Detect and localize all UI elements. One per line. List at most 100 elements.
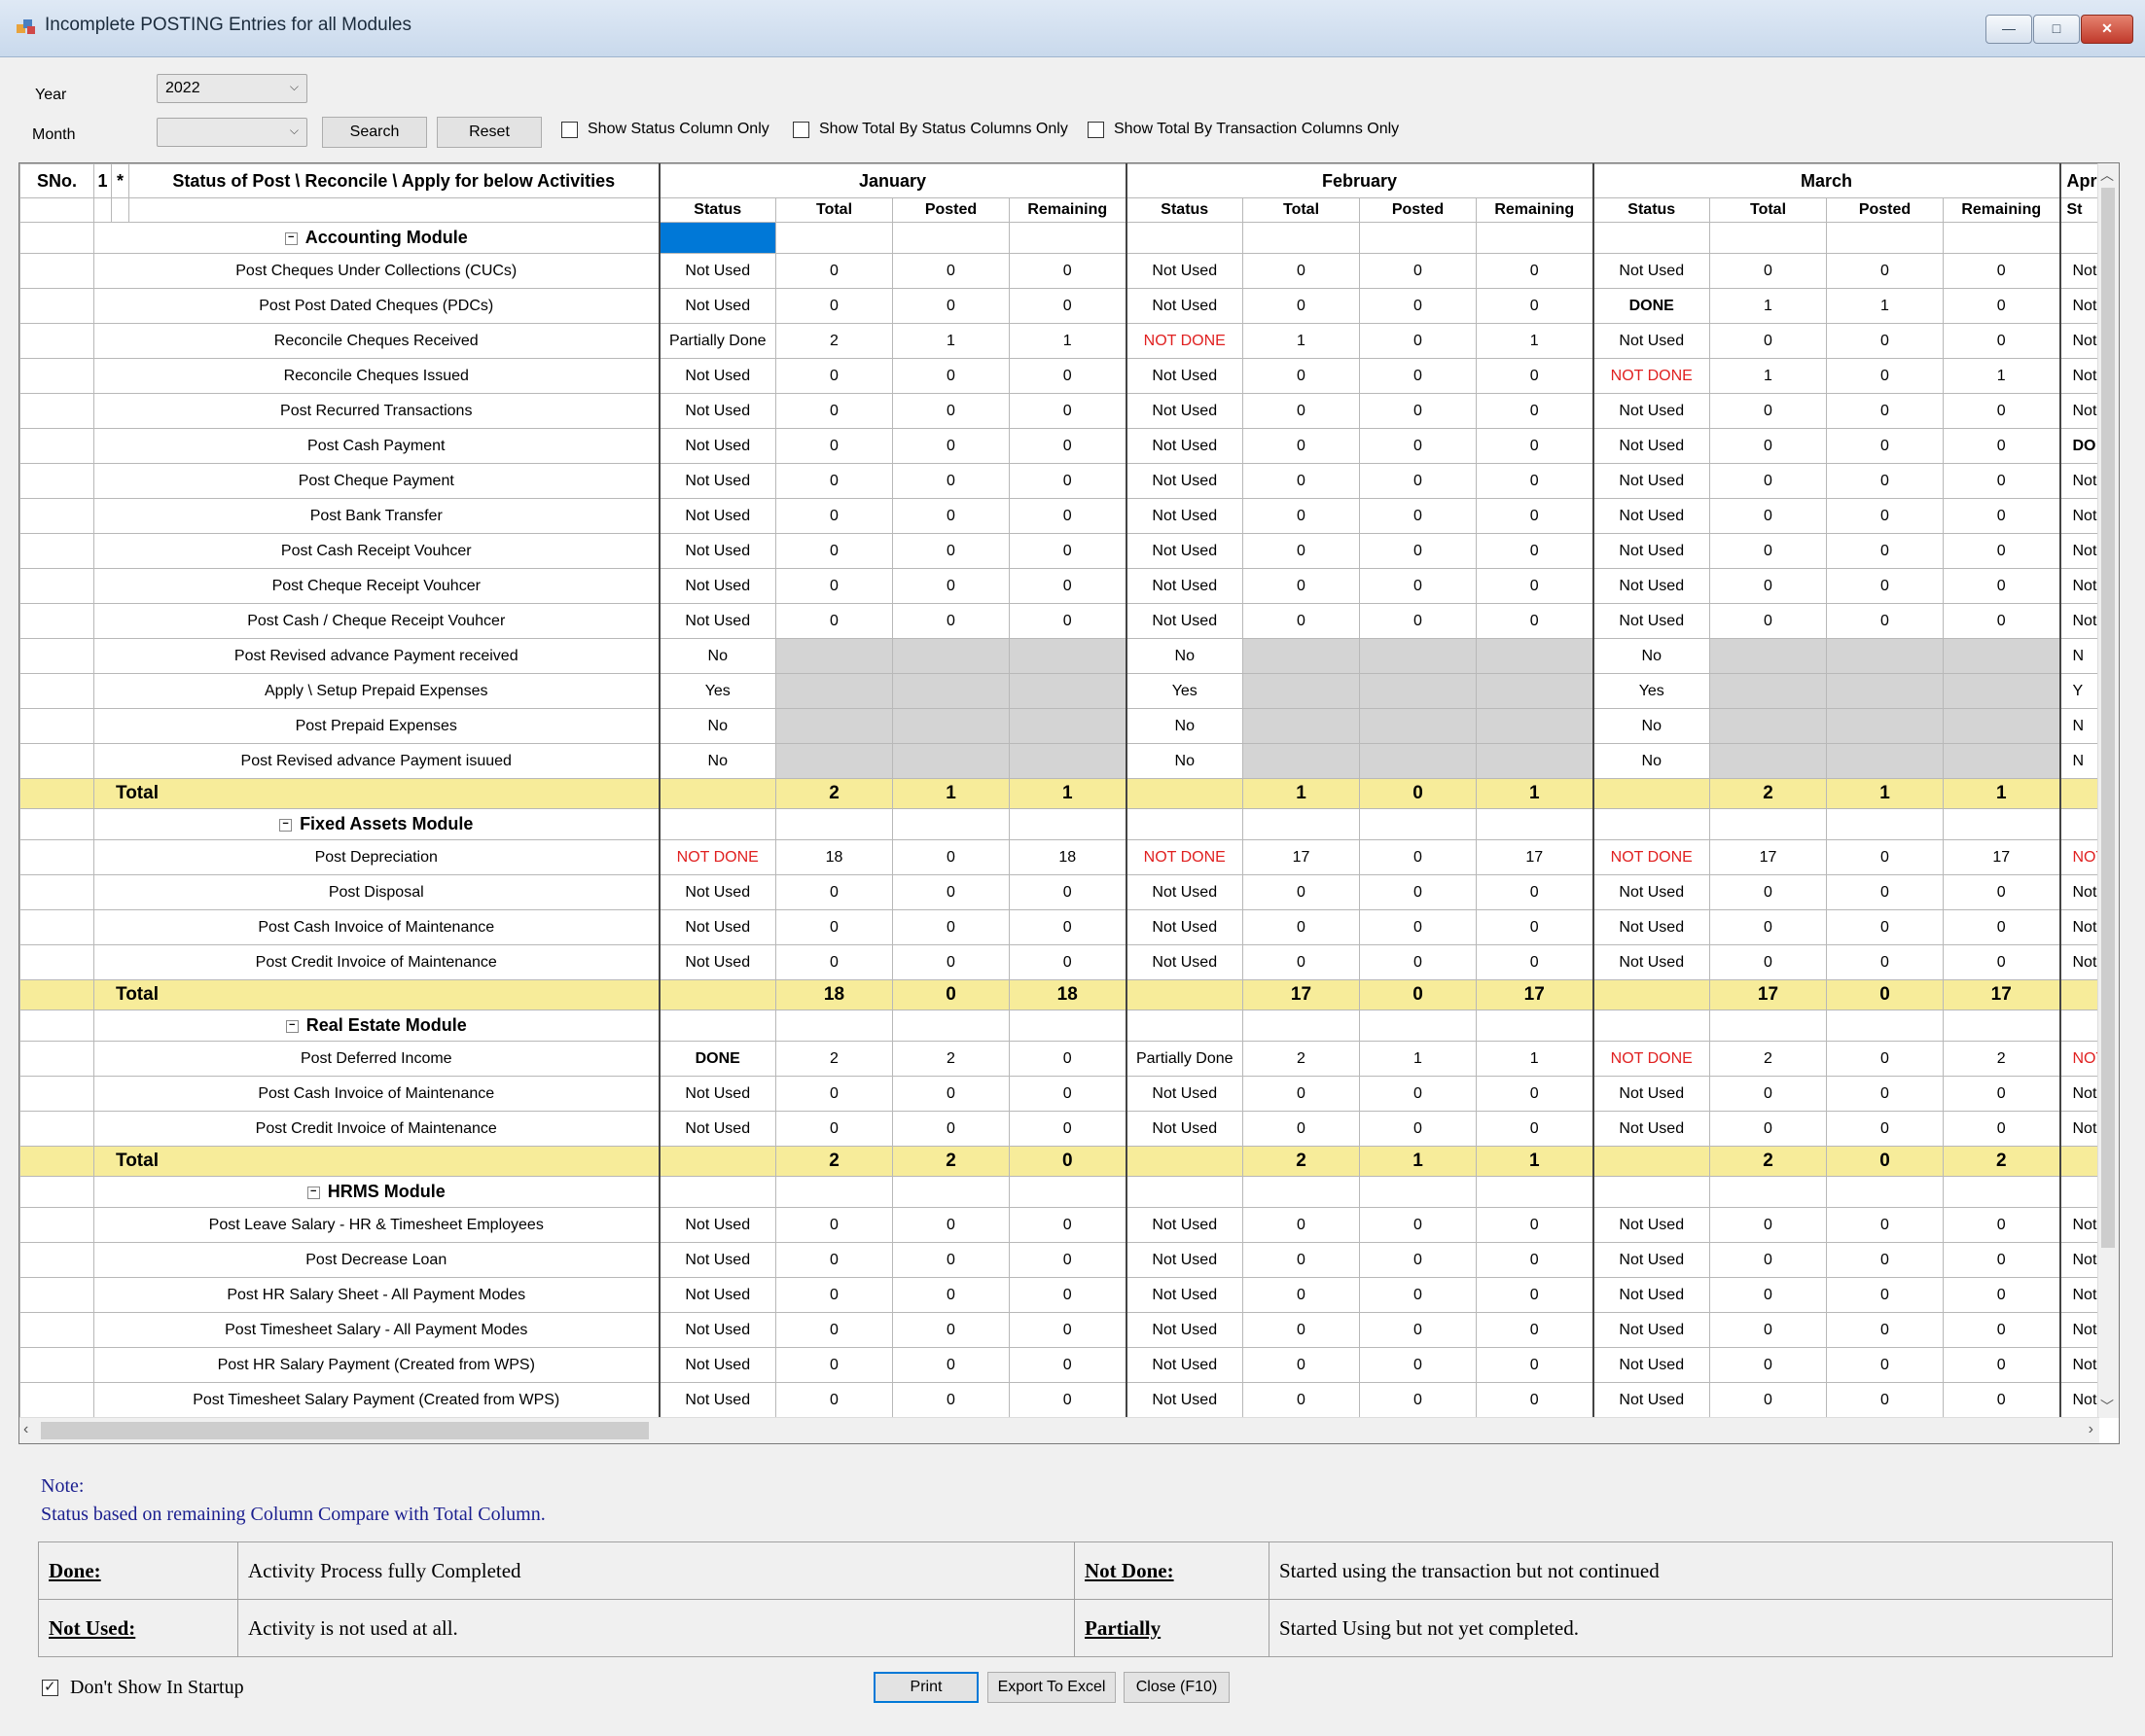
value-cell[interactable]: 0 [1009, 874, 1126, 910]
status-cell[interactable]: Not Used [658, 428, 776, 464]
search-button[interactable]: Search [322, 117, 427, 148]
value-cell[interactable]: 0 [775, 1382, 893, 1418]
vertical-scrollbar[interactable]: ︿ ﹀ [2097, 163, 2119, 1418]
value-cell[interactable]: 0 [775, 463, 893, 499]
table-row[interactable]: Post Recurred Transactions Not Used 0 0 0 Not… [19, 393, 2119, 429]
status-cell[interactable]: No [1591, 638, 1710, 674]
col-sno[interactable]: SNo. [19, 163, 94, 198]
value-cell[interactable]: 0 [1009, 1312, 1126, 1348]
status-cell[interactable]: No [1125, 638, 1243, 674]
table-row[interactable]: Apply \ Setup Prepaid Expenses Yes Yes Yes Y [19, 673, 2119, 709]
value-cell[interactable]: 0 [1009, 393, 1126, 429]
month-header-january[interactable]: January [658, 163, 1126, 198]
status-cell[interactable]: Yes [658, 673, 776, 709]
status-cell[interactable]: Yes [1591, 673, 1710, 709]
status-cell[interactable]: Not Used [1591, 533, 1710, 569]
value-cell[interactable]: 0 [1826, 463, 1944, 499]
value-cell[interactable]: 0 [775, 358, 893, 394]
status-cell[interactable]: NOT DONE [1591, 839, 1710, 875]
subheader-remaining[interactable]: Remaining [1009, 197, 1126, 223]
value-cell[interactable]: 0 [1476, 568, 1593, 604]
status-cell[interactable]: Not Used [1591, 1382, 1710, 1418]
value-cell[interactable]: 0 [1009, 1207, 1126, 1243]
value-cell[interactable]: 0 [775, 288, 893, 324]
value-cell[interactable]: 0 [1826, 839, 1944, 875]
value-cell[interactable]: 0 [1009, 1076, 1126, 1112]
status-cell[interactable]: Not Used [658, 1207, 776, 1243]
value-cell[interactable]: 0 [1943, 498, 2060, 534]
status-cell[interactable]: Not Used [658, 568, 776, 604]
status-cell[interactable]: Not Used [1591, 463, 1710, 499]
status-cell[interactable]: Not Used [658, 944, 776, 980]
value-cell[interactable]: 0 [775, 1277, 893, 1313]
value-cell[interactable]: 0 [775, 1242, 893, 1278]
horizontal-scrollbar[interactable]: ‹ › [19, 1417, 2099, 1443]
status-cell[interactable]: Not Used [1125, 358, 1243, 394]
value-cell[interactable]: 0 [1826, 253, 1944, 289]
status-cell[interactable]: Not Used [658, 288, 776, 324]
value-cell[interactable]: 0 [1709, 323, 1827, 359]
value-cell[interactable]: 0 [775, 498, 893, 534]
status-cell[interactable]: Not Used [1591, 944, 1710, 980]
value-cell[interactable]: 0 [1709, 533, 1827, 569]
collapse-icon[interactable]: − [285, 1019, 299, 1033]
value-cell[interactable]: 0 [1826, 1207, 1944, 1243]
value-cell[interactable]: 0 [1826, 393, 1944, 429]
month-header-february[interactable]: February [1125, 163, 1593, 198]
status-cell[interactable]: Not Used [658, 498, 776, 534]
status-cell[interactable]: Not Used [1125, 428, 1243, 464]
value-cell[interactable]: 0 [1943, 463, 2060, 499]
value-cell[interactable]: 1 [1943, 358, 2060, 394]
value-cell[interactable]: 0 [1476, 1111, 1593, 1147]
table-row[interactable]: Post HR Salary Payment (Created from WPS… [19, 1347, 2119, 1383]
status-cell[interactable]: Not Used [658, 1076, 776, 1112]
scroll-right-icon[interactable]: › [2089, 1421, 2093, 1438]
value-cell[interactable]: 0 [1709, 944, 1827, 980]
value-cell[interactable]: 0 [1943, 1312, 2060, 1348]
show-status-column-only-checkbox[interactable]: Show Status Column Only [561, 121, 769, 138]
value-cell[interactable]: 0 [1476, 1347, 1593, 1383]
status-cell[interactable]: Not Used [658, 463, 776, 499]
value-cell[interactable]: 1 [892, 323, 1010, 359]
status-cell[interactable]: Not Used [1125, 874, 1243, 910]
value-cell[interactable]: 0 [892, 568, 1010, 604]
value-cell[interactable]: 0 [892, 533, 1010, 569]
value-cell[interactable]: 0 [892, 1207, 1010, 1243]
value-cell[interactable]: 0 [1826, 1277, 1944, 1313]
grid-cell[interactable] [658, 222, 776, 254]
value-cell[interactable]: 0 [775, 1312, 893, 1348]
value-cell[interactable]: 0 [1826, 323, 1944, 359]
status-cell[interactable]: Not Used [658, 909, 776, 945]
value-cell[interactable]: 0 [1359, 498, 1477, 534]
value-cell[interactable]: 0 [1359, 1312, 1477, 1348]
value-cell[interactable]: 2 [1242, 1041, 1360, 1077]
value-cell[interactable]: 0 [775, 393, 893, 429]
value-cell[interactable]: 0 [892, 603, 1010, 639]
value-cell[interactable]: 0 [1476, 909, 1593, 945]
value-cell[interactable]: 0 [892, 1347, 1010, 1383]
value-cell[interactable]: 0 [1826, 1041, 1944, 1077]
value-cell[interactable]: 0 [775, 944, 893, 980]
subheader-remaining[interactable]: Remaining [1943, 197, 2060, 223]
value-cell[interactable]: 0 [1359, 463, 1477, 499]
table-row[interactable]: Post Cheque Payment Not Used 0 0 0 Not Used 0 0… [19, 463, 2119, 499]
value-cell[interactable]: 0 [1826, 874, 1944, 910]
subheader-status[interactable]: Status [1591, 197, 1710, 223]
value-cell[interactable]: 0 [1359, 1347, 1477, 1383]
vertical-scroll-thumb[interactable] [2101, 188, 2115, 1248]
subheader-status[interactable]: Status [1125, 197, 1243, 223]
value-cell[interactable]: 0 [1242, 568, 1360, 604]
value-cell[interactable]: 0 [775, 1111, 893, 1147]
grid-cell[interactable] [658, 808, 776, 840]
status-cell[interactable]: NOT DONE [658, 839, 776, 875]
value-cell[interactable]: 0 [1009, 1382, 1126, 1418]
collapse-icon[interactable]: − [279, 818, 293, 832]
status-cell[interactable]: No [1125, 708, 1243, 744]
value-cell[interactable]: 0 [775, 568, 893, 604]
table-row[interactable]: Post Leave Salary - HR & Timesheet Emplo… [19, 1207, 2119, 1243]
grid-cell[interactable] [658, 1176, 776, 1208]
value-cell[interactable]: 0 [892, 498, 1010, 534]
value-cell[interactable]: 17 [1943, 839, 2060, 875]
value-cell[interactable]: 0 [1359, 874, 1477, 910]
value-cell[interactable]: 0 [1009, 1347, 1126, 1383]
